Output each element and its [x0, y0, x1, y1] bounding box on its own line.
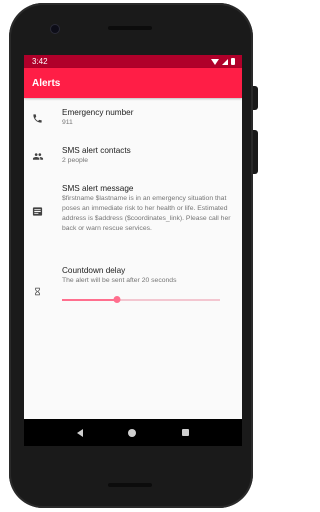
setting-title: Countdown delay	[62, 266, 126, 275]
setting-countdown-delay[interactable]: Countdown delay The alert will be sent a…	[24, 256, 242, 326]
setting-emergency-number[interactable]: Emergency number 911	[24, 98, 242, 136]
navigation-bar	[24, 419, 242, 446]
setting-title: Emergency number	[62, 108, 134, 117]
setting-title: SMS alert contacts	[62, 146, 131, 155]
message-icon	[32, 204, 43, 222]
page-title: Alerts	[32, 77, 61, 89]
setting-value: $firstname $lastname is in an emergency …	[62, 195, 231, 232]
setting-value: 911	[62, 119, 73, 126]
setting-value: 2 people	[62, 157, 89, 164]
slider-thumb[interactable]	[113, 296, 121, 303]
power-button	[253, 86, 258, 110]
wifi-icon	[211, 58, 219, 65]
screen: 3:42 Alerts Emergency number 911 SMS ale…	[24, 55, 242, 419]
battery-icon	[231, 58, 235, 65]
front-camera	[51, 25, 59, 33]
back-icon[interactable]	[76, 428, 83, 437]
slider-fill	[62, 299, 118, 301]
status-bar: 3:42	[24, 55, 242, 68]
home-icon[interactable]	[128, 428, 137, 437]
signal-icon	[222, 58, 228, 65]
people-icon	[32, 149, 44, 167]
volume-button	[253, 130, 258, 174]
recents-icon[interactable]	[182, 429, 190, 436]
settings-list: Emergency number 911 SMS alert contacts …	[24, 98, 242, 419]
status-time: 3:42	[32, 57, 48, 66]
status-icons	[211, 58, 235, 65]
hourglass-icon	[33, 284, 42, 302]
countdown-slider[interactable]	[62, 296, 220, 304]
setting-value: The alert will be sent after 20 seconds	[62, 277, 177, 284]
setting-sms-message[interactable]: SMS alert message $firstname $lastname i…	[24, 174, 242, 256]
setting-sms-contacts[interactable]: SMS alert contacts 2 people	[24, 136, 242, 174]
top-speaker	[108, 26, 152, 30]
phone-icon	[32, 111, 43, 129]
app-bar: Alerts	[24, 68, 242, 98]
bottom-speaker	[108, 483, 152, 487]
setting-title: SMS alert message	[62, 184, 134, 193]
